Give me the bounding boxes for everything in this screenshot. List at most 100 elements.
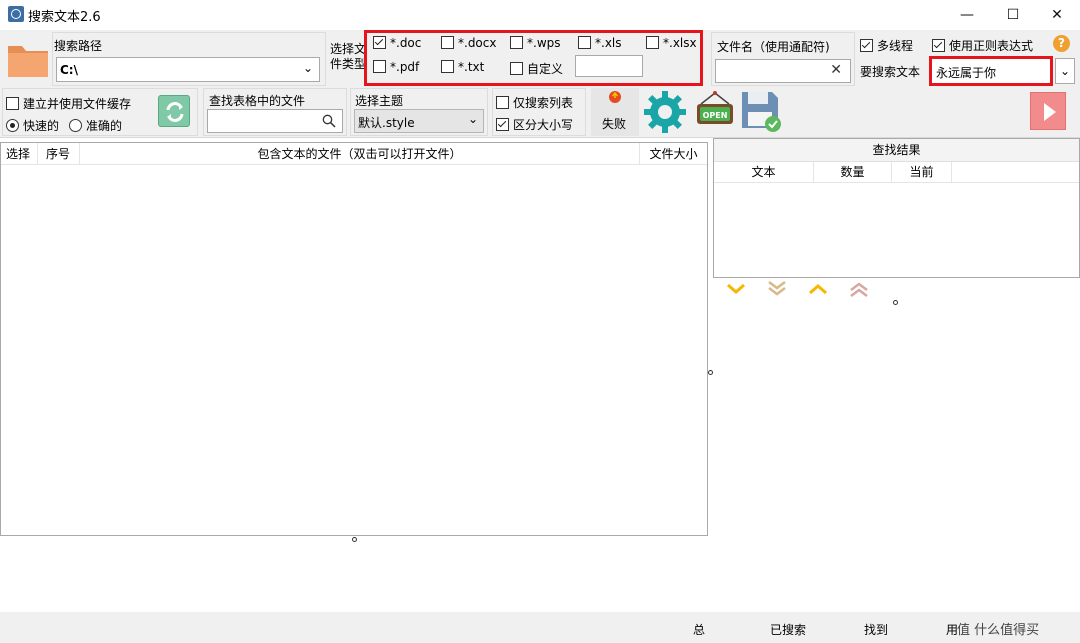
checkbox-wps[interactable]: *.wps	[510, 36, 561, 50]
start-search-button[interactable]	[1030, 92, 1066, 130]
checkbox-icon	[860, 39, 873, 52]
checkbox-icon	[496, 96, 509, 109]
results-title: 查找结果	[714, 139, 1079, 162]
radio-icon	[6, 119, 19, 132]
theme-value: 默认.style	[358, 116, 415, 130]
checkbox-txt[interactable]: *.txt	[441, 60, 484, 74]
status-found: 找到	[864, 623, 889, 637]
gear-icon	[644, 91, 686, 133]
first-result-icon[interactable]	[849, 280, 869, 298]
previous-result-icon[interactable]	[808, 282, 828, 296]
theme-select[interactable]: 默认.style ⌄	[354, 109, 484, 133]
save-button[interactable]	[740, 90, 784, 134]
fail-indicator[interactable]: 失败	[591, 88, 639, 136]
theme-group: 选择主题 默认.style ⌄	[350, 88, 488, 136]
table-search-label: 查找表格中的文件	[209, 94, 306, 108]
checkbox-xls[interactable]: *.xls	[578, 36, 622, 50]
table-search-input[interactable]	[207, 109, 343, 133]
table-header: 选择 序号 包含文本的文件（双击可以打开文件） 文件大小	[1, 143, 707, 165]
results-splitter-handle[interactable]	[893, 300, 898, 305]
checkbox-icon	[578, 36, 591, 49]
list-only-checkbox[interactable]: 仅搜索列表	[496, 94, 573, 111]
refresh-icon	[166, 102, 184, 122]
results-column-text[interactable]: 文本	[714, 162, 814, 183]
search-path-label: 搜索路径	[54, 39, 103, 53]
close-button[interactable]: ✕	[1034, 0, 1080, 30]
checkbox-icon	[510, 36, 523, 49]
toolbar: 搜索路径 C:\ ⌄ 选择文 件类型 *.doc *.docx *.wps *.…	[0, 30, 1080, 138]
filename-group: 文件名（使用通配符) ✕	[711, 32, 855, 86]
fast-radio[interactable]: 快速的	[6, 117, 59, 134]
status-total: 总	[693, 623, 706, 637]
open-button[interactable]: OPEN	[694, 90, 736, 130]
fail-label: 失败	[602, 117, 627, 131]
checkbox-icon	[441, 60, 454, 73]
checkbox-icon	[6, 97, 19, 110]
multithread-checkbox[interactable]: 多线程	[860, 37, 913, 54]
table-search-group: 查找表格中的文件	[203, 88, 347, 136]
filename-input[interactable]: ✕	[715, 59, 851, 83]
radio-icon	[69, 119, 82, 132]
settings-button[interactable]	[642, 89, 688, 135]
results-column-current[interactable]: 当前	[892, 162, 952, 183]
next-result-icon[interactable]	[726, 282, 746, 296]
checkbox-custom[interactable]: 自定义	[510, 60, 563, 77]
search-path-combobox[interactable]: C:\ ⌄	[56, 57, 320, 82]
search-text-input[interactable]: 永远属于你	[929, 56, 1053, 86]
checkbox-pdf[interactable]: *.pdf	[373, 60, 419, 74]
filter-group: 仅搜索列表 区分大小写	[492, 88, 586, 136]
refresh-cache-button[interactable]	[158, 95, 190, 127]
clear-icon[interactable]: ✕	[830, 62, 842, 78]
status-bar: 总 已搜索 找到 用 值 什么值得买	[0, 612, 1080, 643]
column-header-size[interactable]: 文件大小	[640, 143, 707, 165]
status-searched: 已搜索	[770, 623, 807, 637]
custom-type-input[interactable]	[575, 55, 643, 77]
column-header-file[interactable]: 包含文本的文件（双击可以打开文件）	[80, 143, 640, 165]
results-column-count[interactable]: 数量	[814, 162, 892, 183]
accurate-radio[interactable]: 准确的	[69, 117, 122, 134]
watermark: 值 什么值得买	[957, 623, 1040, 638]
chevron-down-icon[interactable]: ⌄	[303, 61, 313, 75]
search-text-value: 永远属于你	[936, 66, 997, 80]
theme-label: 选择主题	[355, 94, 404, 108]
svg-text:OPEN: OPEN	[703, 111, 728, 120]
fail-icon	[609, 91, 621, 103]
search-text-dropdown[interactable]: ⌄	[1055, 58, 1075, 84]
checkbox-icon	[373, 60, 386, 73]
cache-group: 建立并使用文件缓存 快速的 准确的	[2, 88, 198, 136]
results-header: 文本 数量 当前	[714, 162, 1079, 183]
preview-area	[711, 545, 1080, 612]
help-icon[interactable]: ?	[1053, 35, 1070, 52]
checkbox-icon	[441, 36, 454, 49]
results-panel: 查找结果 文本 数量 当前	[713, 138, 1080, 278]
checkbox-icon	[496, 118, 509, 131]
vertical-splitter-handle[interactable]	[708, 370, 713, 375]
search-icon[interactable]	[322, 114, 336, 128]
checkbox-icon	[932, 39, 945, 52]
window-title: 搜索文本2.6	[28, 10, 101, 25]
open-sign-icon: OPEN	[697, 91, 733, 124]
folder-icon	[8, 46, 48, 77]
regex-checkbox[interactable]: 使用正则表达式	[932, 37, 1033, 54]
search-path-value: C:\	[60, 63, 78, 77]
case-sensitive-checkbox[interactable]: 区分大小写	[496, 116, 573, 133]
column-header-select[interactable]: 选择	[1, 143, 38, 165]
minimize-button[interactable]: —	[944, 0, 990, 30]
last-result-icon[interactable]	[767, 280, 787, 298]
title-bar: 搜索文本2.6 — ☐ ✕	[0, 0, 1080, 30]
chevron-down-icon: ⌄	[1059, 64, 1071, 78]
checkbox-xlsx[interactable]: *.xlsx	[646, 36, 697, 50]
cache-checkbox[interactable]: 建立并使用文件缓存	[6, 95, 131, 112]
maximize-button[interactable]: ☐	[990, 0, 1036, 30]
folder-button[interactable]	[5, 36, 51, 82]
search-text-label: 要搜索文本	[860, 65, 921, 79]
app-icon	[8, 6, 24, 22]
checkbox-icon	[510, 62, 523, 75]
column-header-index[interactable]: 序号	[38, 143, 80, 165]
file-results-table[interactable]: 选择 序号 包含文本的文件（双击可以打开文件） 文件大小	[0, 142, 708, 536]
horizontal-splitter-handle[interactable]	[352, 537, 357, 542]
checkbox-icon	[646, 36, 659, 49]
chevron-down-icon[interactable]: ⌄	[468, 112, 478, 126]
checkbox-doc[interactable]: *.doc	[373, 36, 421, 50]
checkbox-docx[interactable]: *.docx	[441, 36, 496, 50]
